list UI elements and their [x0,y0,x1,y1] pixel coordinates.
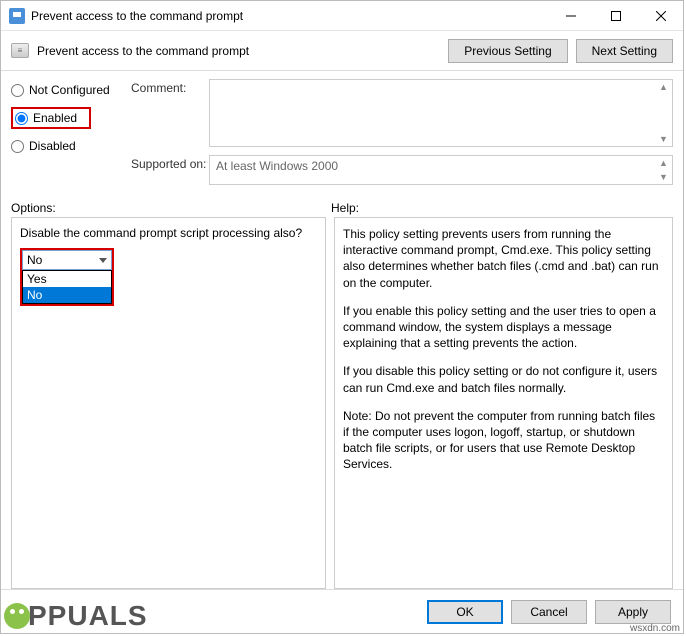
supported-value-box: At least Windows 2000 ▲ ▼ [209,155,673,185]
option-question: Disable the command prompt script proces… [20,226,317,240]
policy-title: Prevent access to the command prompt [37,44,440,58]
comment-input[interactable]: ▲ ▼ [209,79,673,147]
supported-value: At least Windows 2000 [216,159,338,173]
script-processing-dropdown[interactable]: No [22,250,112,270]
dropdown-option-no[interactable]: No [23,287,111,303]
radio-disabled[interactable]: Disabled [11,139,131,153]
window-title: Prevent access to the command prompt [31,9,548,23]
dropdown-selected-value: No [27,253,42,267]
gpedit-policy-window: Prevent access to the command prompt ≡ P… [0,0,684,634]
dropdown-option-yes[interactable]: Yes [23,271,111,287]
scroll-down-icon[interactable]: ▼ [655,132,672,146]
help-paragraph-3: If you disable this policy setting or do… [343,363,664,395]
help-panel: This policy setting prevents users from … [334,217,673,589]
panels: Disable the command prompt script proces… [1,217,683,589]
radio-enabled-input[interactable] [15,112,28,125]
radio-not-configured[interactable]: Not Configured [11,83,131,97]
radio-not-configured-input[interactable] [11,84,24,97]
dropdown-list: Yes No [22,270,112,304]
radio-enabled[interactable]: Enabled [11,107,91,129]
minimize-button[interactable] [548,1,593,30]
help-heading: Help: [331,201,359,215]
app-icon [9,8,25,24]
state-radio-group: Not Configured Enabled Disabled [11,79,131,193]
radio-disabled-input[interactable] [11,140,24,153]
scroll-down-icon[interactable]: ▼ [655,170,672,184]
radio-not-configured-label: Not Configured [29,83,110,97]
comment-row: Comment: ▲ ▼ [131,79,673,147]
footer: OK Cancel Apply [1,589,683,633]
scroll-up-icon[interactable]: ▲ [655,156,672,170]
scroll-up-icon[interactable]: ▲ [655,80,672,94]
options-heading: Options: [11,201,331,215]
radio-disabled-label: Disabled [29,139,76,153]
close-button[interactable] [638,1,683,30]
fields-column: Comment: ▲ ▼ Supported on: At least Wind… [131,79,673,193]
comment-label: Comment: [131,79,209,147]
script-processing-dropdown-area: No Yes No [20,248,114,306]
ok-button[interactable]: OK [427,600,503,624]
help-paragraph-1: This policy setting prevents users from … [343,226,664,291]
next-setting-button[interactable]: Next Setting [576,39,673,63]
cancel-button[interactable]: Cancel [511,600,587,624]
source-text: wsxdn.com [630,623,680,634]
config-area: Not Configured Enabled Disabled Comment:… [1,71,683,197]
section-labels: Options: Help: [1,197,683,217]
previous-setting-button[interactable]: Previous Setting [448,39,567,63]
radio-enabled-label: Enabled [33,111,77,125]
subheader: ≡ Prevent access to the command prompt P… [1,31,683,71]
policy-icon: ≡ [11,43,29,58]
supported-row: Supported on: At least Windows 2000 ▲ ▼ [131,155,673,185]
maximize-button[interactable] [593,1,638,30]
options-panel: Disable the command prompt script proces… [11,217,326,589]
titlebar: Prevent access to the command prompt [1,1,683,31]
apply-button[interactable]: Apply [595,600,671,624]
supported-label: Supported on: [131,155,209,185]
help-paragraph-2: If you enable this policy setting and th… [343,303,664,352]
help-paragraph-4: Note: Do not prevent the computer from r… [343,408,664,473]
